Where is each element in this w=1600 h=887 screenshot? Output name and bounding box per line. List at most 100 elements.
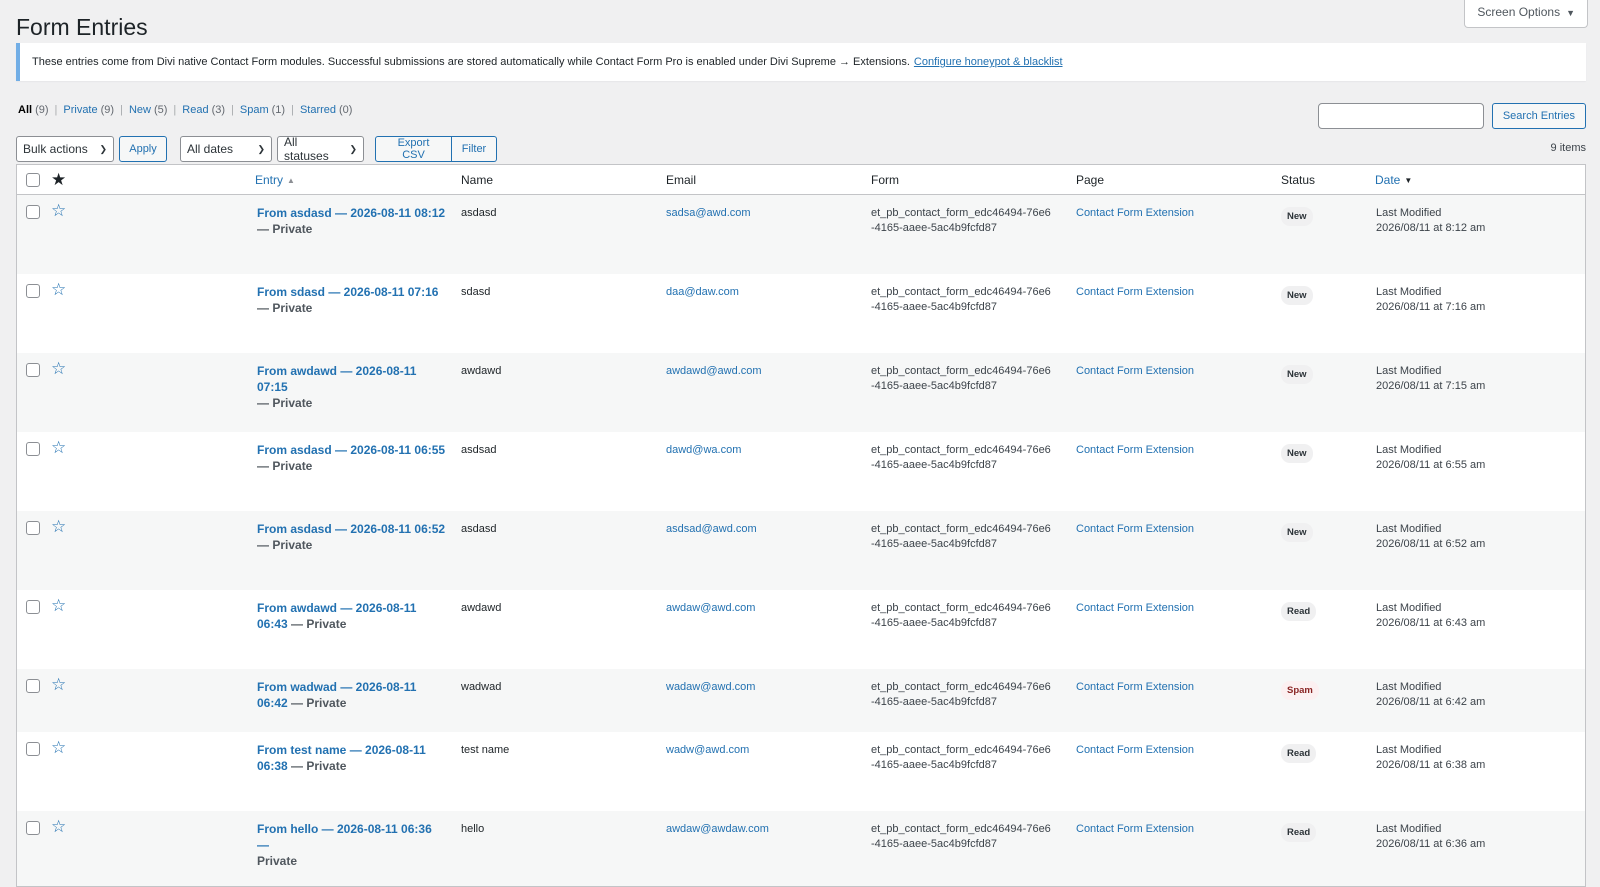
row-checkbox[interactable]: [26, 205, 40, 219]
star-outline-icon[interactable]: ☆: [51, 439, 66, 456]
page-link[interactable]: Contact Form Extension: [1076, 522, 1194, 537]
entry-title-link[interactable]: From asdasd — 2026-08-11 06:52: [257, 522, 445, 536]
table-row: ☆ From test name — 2026-08-11 06:38 — Priv…: [17, 732, 1585, 811]
entry-title-link[interactable]: From asdasd — 2026-08-11 06:55: [257, 443, 445, 457]
table-row: ☆ From hello — 2026-08-11 06:36 — Private h…: [17, 811, 1585, 886]
apply-button[interactable]: Apply: [119, 136, 167, 162]
status-badge: New: [1281, 444, 1313, 463]
page-link[interactable]: Contact Form Extension: [1076, 743, 1194, 758]
configure-honeypot-link[interactable]: Configure honeypot & blacklist: [914, 56, 1063, 68]
entry-title-link[interactable]: From awdawd — 2026-08-11 07:15: [257, 364, 416, 394]
email-link[interactable]: asdsad@awd.com: [666, 522, 757, 537]
view-spam-link[interactable]: Spam: [240, 104, 269, 116]
entry-title-link[interactable]: From wadwad — 2026-08-11: [257, 680, 416, 694]
email-link[interactable]: awdaw@awdaw.com: [666, 822, 769, 837]
search-input[interactable]: [1317, 103, 1484, 129]
star-outline-icon[interactable]: ☆: [51, 360, 66, 377]
view-private-count: (9): [100, 104, 115, 116]
page-link[interactable]: Contact Form Extension: [1076, 443, 1194, 458]
search-entries-button[interactable]: Search Entries: [1491, 103, 1586, 129]
star-outline-icon[interactable]: ☆: [51, 518, 66, 535]
name-cell: awdawd: [461, 602, 502, 614]
page-link[interactable]: Contact Form Extension: [1076, 680, 1194, 695]
form-id-line2: -4165-aaee-5ac4b9fcfd87: [871, 222, 997, 234]
email-link[interactable]: dawd@wa.com: [666, 443, 741, 458]
form-id-line1: et_pb_contact_form_edc46494-76e6: [871, 523, 1051, 535]
form-id-cell: et_pb_contact_form_edc46494-76e6 -4165-aa…: [871, 601, 1061, 631]
page-link[interactable]: Contact Form Extension: [1076, 206, 1194, 221]
star-filled-icon[interactable]: ★: [51, 171, 66, 188]
chevron-down-icon: ❯: [99, 143, 107, 154]
entry-title-link-continued[interactable]: 06:38: [257, 759, 288, 773]
statuses-select[interactable]: All statuses ❯: [277, 135, 364, 163]
entry-title-link[interactable]: From hello — 2026-08-11 06:36 —: [257, 822, 432, 852]
date-column-sort[interactable]: Date: [1375, 173, 1400, 187]
form-id-cell: et_pb_contact_form_edc46494-76e6 -4165-aa…: [871, 822, 1061, 852]
view-all-link[interactable]: All: [18, 104, 32, 116]
date-cell: Last Modified 2026/08/11 at 6:55 am: [1376, 443, 1485, 473]
star-outline-icon[interactable]: ☆: [51, 676, 66, 693]
table-row: ☆ From asdasd — 2026-08-11 06:52 — Private…: [17, 511, 1585, 590]
row-checkbox[interactable]: [26, 442, 40, 456]
name-cell: test name: [461, 744, 510, 756]
email-link[interactable]: awdawd@awd.com: [666, 364, 762, 379]
email-link[interactable]: wadaw@awd.com: [666, 680, 755, 695]
date-label: Last Modified: [1376, 444, 1442, 456]
row-checkbox[interactable]: [26, 521, 40, 535]
star-outline-icon[interactable]: ☆: [51, 202, 66, 219]
view-new-link[interactable]: New: [129, 104, 151, 116]
entry-title-link[interactable]: From sdasd — 2026-08-11 07:16: [257, 285, 438, 299]
table-row: ☆ From asdasd — 2026-08-11 08:12 — Private…: [17, 195, 1585, 274]
status-badge: Read: [1281, 744, 1317, 763]
entry-column-sort[interactable]: Entry: [255, 173, 283, 187]
email-link[interactable]: daa@daw.com: [666, 285, 739, 300]
page-link[interactable]: Contact Form Extension: [1076, 601, 1194, 616]
row-checkbox[interactable]: [26, 284, 40, 298]
dates-select[interactable]: All dates ❯: [180, 136, 272, 162]
star-outline-icon[interactable]: ☆: [51, 739, 66, 756]
date-value: 2026/08/11 at 7:16 am: [1376, 301, 1486, 313]
view-starred-link[interactable]: Starred: [300, 104, 336, 116]
row-checkbox[interactable]: [26, 679, 40, 693]
entry-cell: From awdawd — 2026-08-11 06:43 — Private: [257, 601, 447, 633]
entry-cell: From sdasd — 2026-08-11 07:16 — Private: [257, 285, 447, 317]
select-all-checkbox[interactable]: [26, 173, 40, 187]
entry-title-link-continued[interactable]: 06:43: [257, 617, 288, 631]
view-all-count: (9): [35, 104, 49, 116]
entry-cell: From hello — 2026-08-11 06:36 — Private: [257, 822, 447, 870]
row-checkbox[interactable]: [26, 742, 40, 756]
bulk-actions-select[interactable]: Bulk actions ❯: [16, 136, 114, 162]
page-link[interactable]: Contact Form Extension: [1076, 364, 1194, 379]
row-checkbox[interactable]: [26, 600, 40, 614]
screen-options-button[interactable]: Screen Options ▼: [1464, 0, 1588, 28]
view-filters: All (9) | Private (9) | New (5) | Read (3) |…: [18, 104, 352, 116]
email-link[interactable]: wadw@awd.com: [666, 743, 749, 758]
email-link[interactable]: sadsa@awd.com: [666, 206, 751, 221]
date-label: Last Modified: [1376, 207, 1442, 219]
export-csv-button[interactable]: Export CSV: [375, 136, 452, 162]
star-outline-icon[interactable]: ☆: [51, 281, 66, 298]
separator: |: [231, 104, 234, 116]
entry-title-link-continued[interactable]: 06:42: [257, 696, 288, 710]
row-checkbox[interactable]: [26, 363, 40, 377]
entry-title-link[interactable]: From test name — 2026-08-11: [257, 743, 426, 757]
items-count: 9 items: [1550, 142, 1586, 154]
row-checkbox[interactable]: [26, 821, 40, 835]
date-label: Last Modified: [1376, 286, 1442, 298]
entry-title-link[interactable]: From asdasd — 2026-08-11 08:12: [257, 206, 445, 220]
star-outline-icon[interactable]: ☆: [51, 597, 66, 614]
name-column-header: Name: [461, 173, 494, 187]
date-value: 2026/08/11 at 6:55 am: [1376, 459, 1486, 471]
page-link[interactable]: Contact Form Extension: [1076, 822, 1194, 837]
star-outline-icon[interactable]: ☆: [51, 818, 66, 835]
chevron-down-icon: ▼: [1566, 8, 1575, 18]
page-link[interactable]: Contact Form Extension: [1076, 285, 1194, 300]
view-private-link[interactable]: Private: [63, 104, 97, 116]
email-link[interactable]: awdaw@awd.com: [666, 601, 755, 616]
date-value: 2026/08/11 at 7:15 am: [1376, 380, 1486, 392]
entries-table: ★ Entry ▲ Name Email Form Page Status Dat…: [16, 164, 1586, 887]
status-badge: Spam: [1281, 681, 1319, 700]
view-read-link[interactable]: Read: [182, 104, 208, 116]
filter-button[interactable]: Filter: [452, 136, 497, 162]
entry-title-link[interactable]: From awdawd — 2026-08-11: [257, 601, 416, 615]
